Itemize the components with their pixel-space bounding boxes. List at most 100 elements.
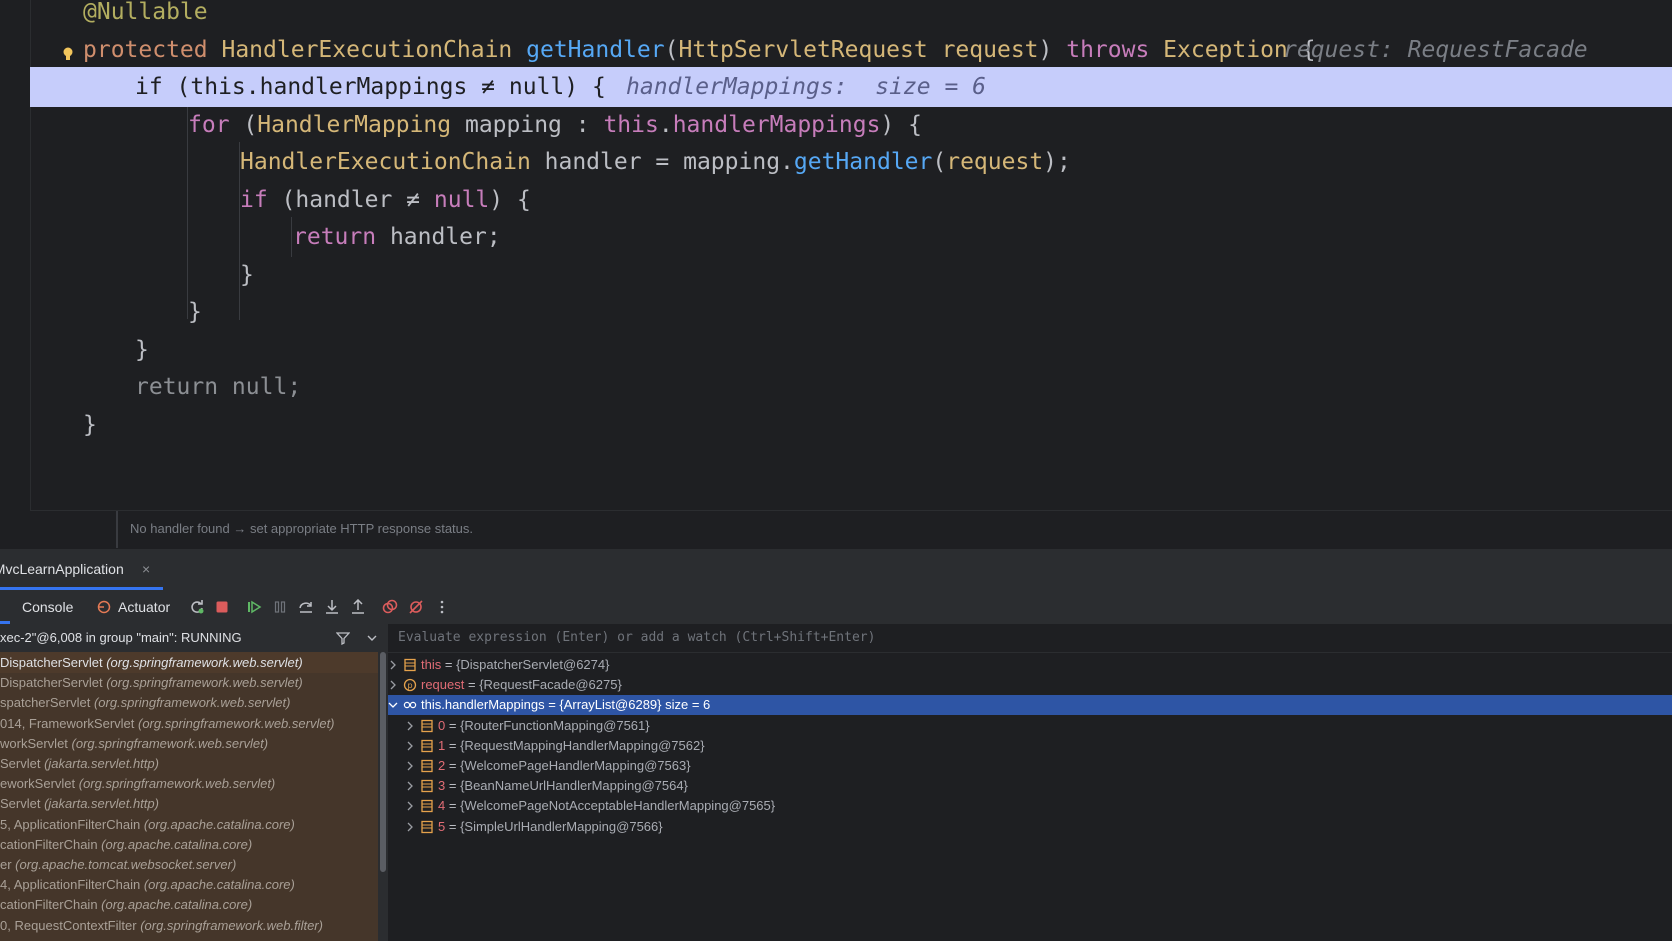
equals-sign: = xyxy=(445,798,461,814)
stack-frame[interactable]: DispatcherServlet (org.springframework.w… xyxy=(0,652,378,673)
stack-frame[interactable]: 4, ApplicationFilterChain (org.apache.ca… xyxy=(0,874,295,895)
code-token: ) { xyxy=(489,187,531,213)
current-execution-line[interactable]: if (this.handlerMappings ≠ null) { handle… xyxy=(30,67,1672,107)
code-token: handler = mapping. xyxy=(544,149,794,175)
code-line[interactable]: for (HandlerMapping mapping : this.handl… xyxy=(30,105,1672,145)
more-icon[interactable] xyxy=(434,599,450,615)
variable-row[interactable]: this.handlerMappings = {ArrayList@6289} … xyxy=(388,695,1672,717)
code-token: HttpServletRequest xyxy=(678,37,942,63)
variable-row[interactable]: 3 = {BeanNameUrlHandlerMapping@7564} xyxy=(388,776,1672,796)
frames-scrollbar[interactable] xyxy=(378,652,388,941)
inline-value-hint: handlerMappings: size = 6 xyxy=(626,74,987,100)
variable-value: {WelcomePageNotAcceptableHandlerMapping@… xyxy=(460,798,776,814)
chevron-right-icon[interactable] xyxy=(405,716,417,738)
code-token: } xyxy=(135,337,149,363)
run-config-tab[interactable]: gMvcLearnApplication xyxy=(0,549,138,589)
chevron-down-icon[interactable] xyxy=(366,633,378,643)
code-line[interactable]: } xyxy=(30,255,1672,295)
step-into-icon[interactable] xyxy=(324,599,340,615)
frame-method: 014, FrameworkServlet xyxy=(0,715,138,731)
frames-list[interactable]: DispatcherServlet (org.springframework.w… xyxy=(0,652,378,941)
code-token: return null; xyxy=(135,374,302,400)
stack-frame[interactable]: 0, RequestContextFilter (org.springframe… xyxy=(0,915,323,936)
code-token: if (this.handlerMappings ≠ null) { xyxy=(135,74,606,100)
code-token: ) xyxy=(1038,37,1067,63)
code-text: if (handler ≠ null) { xyxy=(240,180,531,220)
chevron-right-icon[interactable] xyxy=(405,756,417,778)
close-icon[interactable]: × xyxy=(142,549,150,589)
stack-frame[interactable]: 014, FrameworkServlet (org.springframewo… xyxy=(0,713,335,734)
editor-gutter[interactable] xyxy=(0,0,31,548)
stack-frame[interactable]: workServlet (org.springframework.web.ser… xyxy=(0,733,268,754)
variable-row[interactable]: 0 = {RouterFunctionMapping@7561} xyxy=(388,716,1672,736)
stack-frame[interactable]: cationFilterChain (org.apache.catalina.c… xyxy=(0,834,252,855)
frame-method: cationFilterChain xyxy=(0,836,102,852)
code-token: ( xyxy=(664,37,679,63)
tab-actuator[interactable]: Actuator xyxy=(118,590,170,624)
code-line[interactable]: } xyxy=(30,330,1672,370)
mute-breakpoints-icon[interactable] xyxy=(408,599,424,615)
tab-console[interactable]: Console xyxy=(22,590,73,624)
stack-frame[interactable]: er (org.apache.tomcat.websocket.server) xyxy=(0,854,236,875)
chevron-right-icon[interactable] xyxy=(388,675,400,697)
variable-row[interactable]: this = {DispatcherServlet@6274} xyxy=(388,655,1672,675)
code-line[interactable]: @Nullable xyxy=(30,0,1672,32)
code-line[interactable]: return handler; xyxy=(30,217,1672,257)
variable-row[interactable]: 2 = {WelcomePageHandlerMapping@7563} xyxy=(388,756,1672,776)
stack-frame[interactable]: Servlet (jakarta.servlet.http) xyxy=(0,753,159,774)
stack-frame[interactable]: 5, ApplicationFilterChain (org.apache.ca… xyxy=(0,814,295,835)
field-icon xyxy=(420,799,434,813)
variable-text: this = {DispatcherServlet@6274} xyxy=(421,655,609,675)
variable-row[interactable]: 4 = {WelcomePageNotAcceptableHandlerMapp… xyxy=(388,796,1672,816)
code-line[interactable]: if (handler ≠ null) { xyxy=(30,180,1672,220)
code-editor[interactable]: @Nullable protected HandlerExecutionChain… xyxy=(0,0,1672,548)
variable-row[interactable]: 5 = {SimpleUrlHandlerMapping@7566} xyxy=(388,817,1672,837)
variable-row[interactable]: 1 = {RequestMappingHandlerMapping@7562} xyxy=(388,736,1672,756)
code-token: ) { xyxy=(880,112,922,138)
chevron-right-icon[interactable] xyxy=(405,736,417,758)
code-line[interactable]: HandlerExecutionChain handler = mapping.… xyxy=(30,142,1672,182)
chevron-right-icon[interactable] xyxy=(405,817,417,839)
stop-icon[interactable] xyxy=(214,599,230,615)
chevron-right-icon[interactable] xyxy=(405,796,417,818)
rerun-icon[interactable] xyxy=(189,599,205,615)
chevron-right-icon[interactable] xyxy=(388,655,400,677)
code-text: } xyxy=(240,255,254,295)
equals-sign: = xyxy=(445,717,461,733)
code-line[interactable]: return null; xyxy=(30,367,1672,407)
code-token: mapping : xyxy=(464,112,604,138)
equals-sign: = xyxy=(441,657,457,672)
frame-method: er xyxy=(0,857,16,872)
stack-frame[interactable]: eworkServlet (org.springframework.web.se… xyxy=(0,773,275,794)
chevron-right-icon[interactable] xyxy=(405,776,417,798)
variable-text: 3 = {BeanNameUrlHandlerMapping@7564} xyxy=(438,776,688,796)
stack-frame[interactable]: spatcherServlet (org.springframework.web… xyxy=(0,692,290,713)
resume-icon[interactable] xyxy=(246,599,262,615)
frames-scrollbar-thumb[interactable] xyxy=(380,652,386,872)
stack-frame[interactable]: DispatcherServlet (org.springframework.w… xyxy=(0,672,303,693)
code-area[interactable]: @Nullable protected HandlerExecutionChain… xyxy=(30,0,1672,510)
code-line[interactable]: } xyxy=(30,292,1672,332)
chevron-down-icon[interactable] xyxy=(388,695,400,717)
frame-method: DispatcherServlet xyxy=(0,675,107,691)
view-breakpoints-icon[interactable] xyxy=(382,599,398,615)
variable-value: {WelcomePageHandlerMapping@7563} xyxy=(460,758,691,773)
code-text: return handler; xyxy=(293,217,501,257)
pause-icon[interactable] xyxy=(272,599,288,615)
code-line[interactable]: } xyxy=(30,405,1672,445)
stack-frame[interactable]: cationFilterChain (org.apache.catalina.c… xyxy=(0,894,252,915)
thread-selector[interactable]: xec-2"@6,008 in group "main": RUNNING xyxy=(0,624,388,653)
thread-label: xec-2"@6,008 in group "main": RUNNING xyxy=(0,630,242,645)
variable-row[interactable]: p request = {RequestFacade@6275} xyxy=(388,675,1672,695)
evaluate-expression-field[interactable]: Evaluate expression (Enter) or add a wat… xyxy=(388,624,1672,653)
code-token: this xyxy=(603,112,659,138)
code-token: request xyxy=(946,149,1044,175)
variable-name: this xyxy=(421,657,442,672)
code-line[interactable]: protected HandlerExecutionChain getHandl… xyxy=(30,30,1672,70)
step-over-icon[interactable] xyxy=(298,599,314,615)
frame-package: (org.apache.catalina.core) xyxy=(143,816,295,832)
stack-frame[interactable]: Servlet (jakarta.servlet.http) xyxy=(0,793,159,814)
filter-icon[interactable] xyxy=(336,631,350,645)
step-out-icon[interactable] xyxy=(350,599,366,615)
field-icon xyxy=(420,820,434,834)
